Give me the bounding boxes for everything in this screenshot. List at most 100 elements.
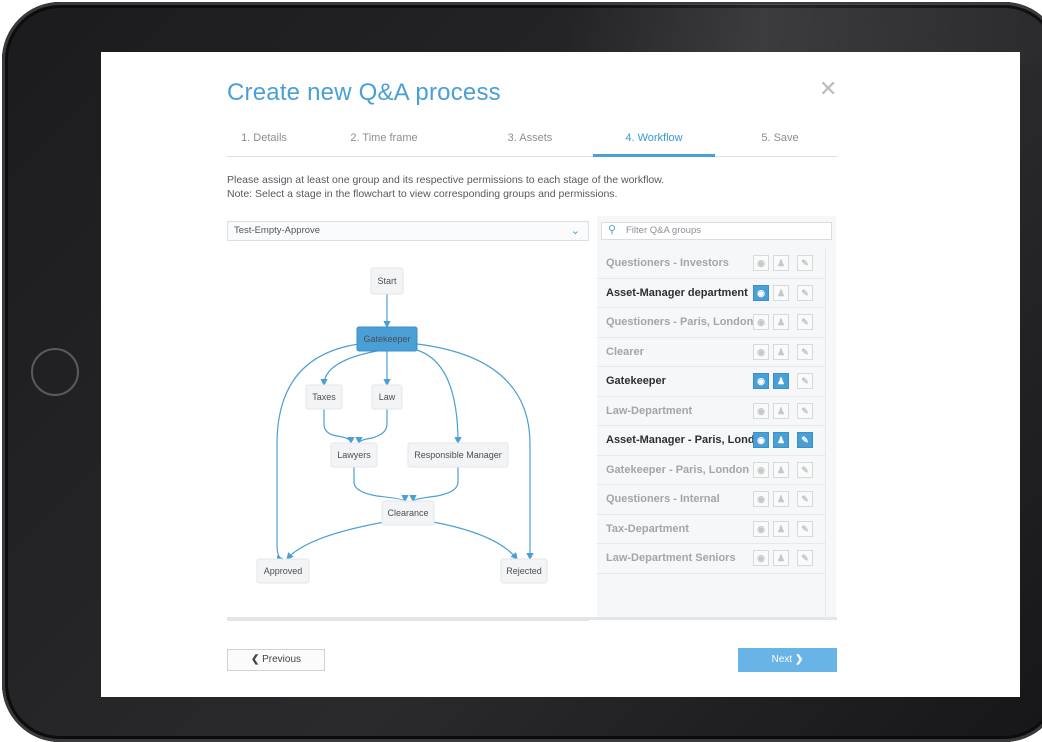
pencil-icon[interactable]: ✎ [797, 520, 813, 537]
user-icon[interactable]: ♟ [773, 314, 789, 330]
user-icon[interactable]: ♟ [773, 343, 789, 360]
previous-button[interactable]: ❮ Previous [227, 649, 325, 671]
pencil-icon[interactable]: ✎ [797, 343, 813, 360]
group-name: Law-Department [606, 404, 693, 417]
flow-edge-lawyers-clearance [353, 467, 409, 503]
user-icon[interactable]: ♟ [773, 550, 789, 566]
search-icon: ⚲ [608, 224, 617, 236]
tablet-frame: Create new Q&A process ✕ 1. Details 2. T… [2, 2, 1042, 742]
user-icon[interactable]: ♟ [773, 284, 789, 301]
flow-node-label: Taxes [312, 392, 336, 402]
group-name: Gatekeeper - Paris, London [606, 463, 750, 476]
user-icon[interactable]: ♟ [773, 255, 789, 271]
group-name: Clearer [606, 345, 644, 358]
pencil-icon[interactable]: ✎ [797, 402, 813, 419]
user-icon[interactable]: ♟ [773, 520, 789, 537]
eye-icon[interactable]: ◉ [753, 432, 769, 448]
pencil-icon[interactable]: ✎ [797, 432, 813, 448]
tablet-screen: Create new Q&A process ✕ 1. Details 2. T… [101, 52, 1020, 697]
group-row[interactable]: Tax-Department ◉ ♟ ✎ [597, 515, 826, 544]
user-icon[interactable]: ♟ [773, 432, 789, 448]
eye-icon[interactable]: ◉ [753, 284, 769, 301]
group-name: Law-Department Seniors [606, 552, 736, 564]
tab-details[interactable]: 1. Details [209, 132, 319, 144]
pencil-icon[interactable]: ✎ [797, 461, 813, 478]
steps-divider [227, 156, 837, 157]
chevron-left-icon: ❮ [250, 654, 260, 665]
group-row[interactable]: Law-Department ◉ ♟ ✎ [597, 397, 826, 426]
workflow-select[interactable]: Test-Empty-Approve ⌄ [227, 221, 589, 241]
user-icon[interactable]: ♟ [773, 461, 789, 478]
flow-node-start[interactable]: Start [370, 267, 404, 295]
group-row[interactable]: Gatekeeper - Paris, London ◉ ♟ ✎ [597, 456, 826, 485]
pencil-icon[interactable]: ✎ [797, 373, 813, 389]
group-name: Questioners - Paris, London [606, 316, 754, 328]
group-row[interactable]: Clearer ◉ ♟ ✎ [597, 338, 826, 367]
flow-node-label: Approved [264, 566, 303, 576]
pencil-icon[interactable]: ✎ [797, 491, 813, 507]
flow-node-law[interactable]: Law [371, 384, 403, 410]
instruction-line-1: Please assign at least one group and its… [227, 174, 665, 186]
tab-assets[interactable]: 3. Assets [475, 132, 585, 144]
flow-node-responsible[interactable]: Responsible Manager [407, 442, 509, 468]
group-row[interactable]: Questioners - Internal ◉ ♟ ✎ [597, 485, 826, 515]
groups-list: Questioners - Investors ◉ ♟ ✎ Asset-Manager … [597, 249, 826, 574]
next-label: Next [771, 654, 793, 665]
group-name: Tax-Department [606, 522, 689, 535]
pencil-icon[interactable]: ✎ [797, 284, 813, 301]
filter-groups-input[interactable]: ⚲ Filter Q&A groups [601, 222, 832, 240]
chevron-down-icon: ⌄ [570, 225, 580, 237]
next-button[interactable]: Next ❯ [738, 648, 837, 672]
eye-icon[interactable]: ◉ [753, 373, 769, 389]
user-icon[interactable]: ♟ [773, 402, 789, 419]
eye-icon[interactable]: ◉ [753, 343, 769, 360]
group-name: Asset-Manager department [606, 286, 748, 299]
flow-node-gatekeeper[interactable]: Gatekeeper [356, 326, 418, 352]
close-icon[interactable]: ✕ [819, 78, 837, 100]
groups-scrollbar[interactable] [825, 249, 836, 617]
flow-node-label: Responsible Manager [414, 450, 502, 460]
active-step-indicator [593, 154, 715, 157]
user-icon[interactable]: ♟ [773, 491, 789, 507]
eye-icon[interactable]: ◉ [753, 461, 769, 478]
flow-node-clearance[interactable]: Clearance [381, 500, 435, 526]
pencil-icon[interactable]: ✎ [797, 255, 813, 271]
previous-label: Previous [262, 654, 302, 665]
eye-icon[interactable]: ◉ [753, 520, 769, 537]
flow-node-lawyers[interactable]: Lawyers [330, 442, 378, 468]
group-name: Questioners - Investors [606, 257, 729, 269]
user-icon[interactable]: ♟ [773, 373, 789, 389]
tab-workflow[interactable]: 4. Workflow [599, 132, 709, 144]
chevron-right-icon: ❯ [794, 654, 804, 665]
tab-save[interactable]: 5. Save [725, 132, 835, 144]
group-row[interactable]: Questioners - Investors ◉ ♟ ✎ [597, 249, 826, 279]
group-row[interactable]: Questioners - Paris, London ◉ ♟ ✎ [597, 308, 826, 338]
eye-icon[interactable]: ◉ [753, 402, 769, 419]
flow-edge-gatekeeper-taxes [320, 350, 378, 387]
group-row[interactable]: Gatekeeper ◉ ♟ ✎ [597, 367, 826, 397]
eye-icon[interactable]: ◉ [753, 255, 769, 271]
flow-node-taxes[interactable]: Taxes [305, 384, 343, 410]
tab-time-frame[interactable]: 2. Time frame [329, 132, 439, 144]
group-name: Asset-Manager - Paris, Lond... [606, 434, 764, 446]
flow-edge-clearance-approved [286, 521, 386, 560]
flowchart-panel: Start Gatekeeper Taxes Law Lawyers Responsibl… [227, 244, 589, 621]
group-name: Questioners - Internal [606, 493, 720, 505]
eye-icon[interactable]: ◉ [753, 491, 769, 507]
group-row[interactable]: Asset-Manager department ◉ ♟ ✎ [597, 279, 826, 308]
pencil-icon[interactable]: ✎ [797, 550, 813, 566]
group-row[interactable]: Asset-Manager - Paris, Lond... ◉ ♟ ✎ [597, 426, 826, 456]
flow-node-rejected[interactable]: Rejected [500, 558, 548, 584]
flow-node-label: Lawyers [337, 450, 371, 460]
flow-node-approved[interactable]: Approved [256, 558, 310, 584]
workflow-select-value: Test-Empty-Approve [234, 225, 321, 236]
flow-node-label: Rejected [506, 566, 542, 576]
group-row[interactable]: Law-Department Seniors ◉ ♟ ✎ [597, 544, 826, 574]
eye-icon[interactable]: ◉ [753, 550, 769, 566]
home-button[interactable] [31, 348, 79, 396]
flow-edge-responsible-clearance [409, 467, 459, 503]
flow-node-label: Clearance [387, 508, 428, 518]
dialog-title: Create new Q&A process [227, 79, 501, 106]
pencil-icon[interactable]: ✎ [797, 314, 813, 330]
eye-icon[interactable]: ◉ [753, 314, 769, 330]
